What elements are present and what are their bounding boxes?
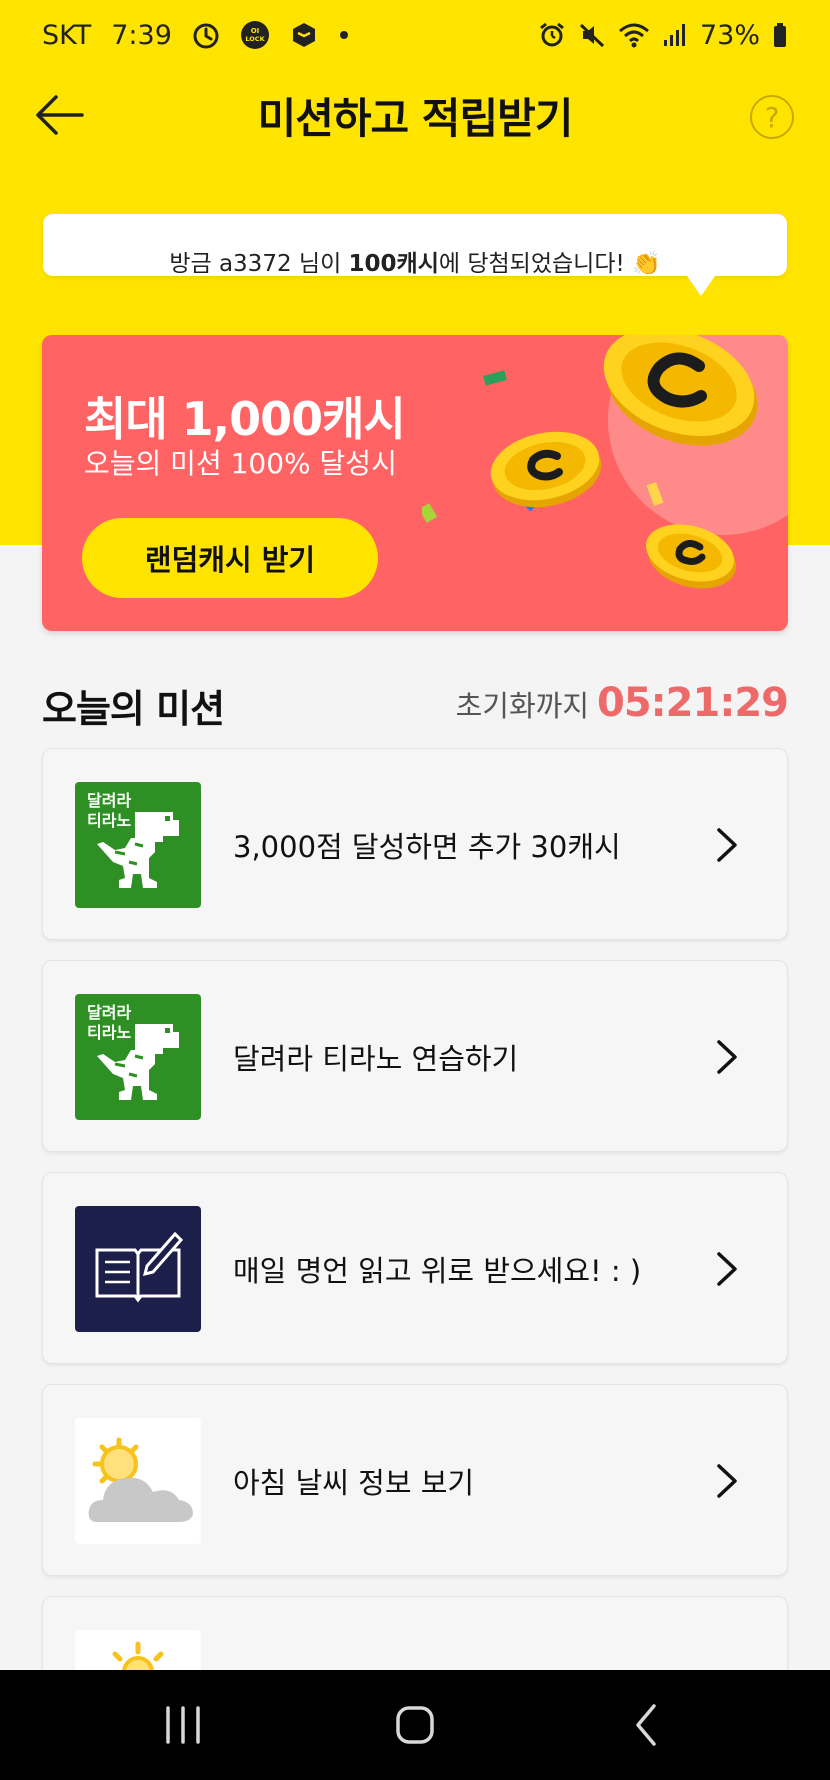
thumb-text-line1: 달려라 — [87, 1003, 131, 1022]
dino-game-icon: 달려라 티라노 — [75, 994, 201, 1120]
wifi-icon — [618, 21, 650, 49]
ticker-message: 방금 a3372 님이 100캐시에 당첨되었습니다! 👏 — [43, 244, 787, 276]
ticker-tail — [687, 276, 715, 296]
sun-cloud-icon — [75, 1418, 201, 1544]
back-nav-button[interactable] — [616, 1694, 678, 1756]
mute-icon — [578, 21, 606, 49]
battery-percent: 73% — [699, 19, 760, 51]
mission-card[interactable]: 달려라 티라노 3,000점 달성하면 추가 30캐시 — [42, 748, 788, 940]
signal-icon — [662, 22, 688, 48]
reset-timer: 05:21:29 — [597, 680, 789, 726]
mission-card[interactable]: 매일 명언 읽고 위로 받으세요! : ) — [42, 1172, 788, 1364]
ticker-highlight: 100캐시 — [348, 251, 439, 276]
timer-icon — [192, 21, 220, 49]
ticker-prefix: 방금 a3372 — [169, 251, 292, 276]
chevron-right-icon — [717, 828, 737, 862]
home-button[interactable] — [384, 1694, 446, 1756]
random-cash-banner[interactable]: 최대 1,000캐시 오늘의 미션 100% 달성시 랜덤캐시 받기 — [42, 335, 788, 631]
battery-icon — [772, 22, 788, 48]
ticker-suffix: 에 당첨되었습니다! 👏 — [438, 251, 661, 276]
svg-text:OI: OI — [251, 27, 260, 35]
svg-text:LOCK: LOCK — [245, 35, 265, 43]
lock-app-icon: OI LOCK — [240, 20, 270, 50]
thumb-text-line1: 달려라 — [87, 791, 131, 810]
system-nav-bar — [0, 1670, 830, 1780]
coin-large-icon — [603, 335, 758, 446]
recent-apps-button[interactable] — [152, 1694, 214, 1756]
chevron-right-icon — [717, 1040, 737, 1074]
carrier-label: SKT — [42, 19, 92, 51]
mission-label: 아침 날씨 정보 보기 — [233, 1466, 475, 1500]
section-title: 오늘의 미션 — [42, 687, 225, 731]
coin-medium-icon — [490, 431, 602, 508]
book-pen-icon — [75, 1206, 201, 1332]
thumb-text-line2: 티라노 — [87, 1023, 131, 1042]
coin-small-icon — [645, 524, 737, 589]
alarm-icon — [538, 21, 566, 49]
banner-subtitle: 오늘의 미션 100% 달성시 — [84, 447, 397, 480]
ticker-middle: 님이 — [298, 251, 349, 276]
dino-game-icon: 달려라 티라노 — [75, 782, 201, 908]
box-icon — [290, 21, 318, 49]
mission-card[interactable]: 달려라 티라노 달려라 티라노 연습하기 — [42, 960, 788, 1152]
chevron-right-icon — [717, 1252, 737, 1286]
winner-ticker: 방금 a3372 님이 100캐시에 당첨되었습니다! 👏 — [43, 214, 787, 276]
page-title: 미션하고 적립받기 — [257, 93, 574, 143]
mission-label: 3,000점 달성하면 추가 30캐시 — [233, 830, 621, 864]
arrow-left-icon — [36, 95, 84, 135]
mission-card[interactable]: 아침 날씨 정보 보기 — [42, 1384, 788, 1576]
app-header: 미션하고 적립받기 ? — [0, 75, 830, 155]
back-button[interactable] — [34, 93, 84, 137]
notification-dot-icon — [338, 29, 350, 41]
reset-countdown: 초기화까지 05:21:29 — [455, 680, 789, 726]
thumb-text-line2: 티라노 — [87, 811, 131, 830]
help-button[interactable]: ? — [750, 95, 794, 139]
mission-label: 매일 명언 읽고 위로 받으세요! : ) — [233, 1254, 642, 1288]
random-cash-button[interactable]: 랜덤캐시 받기 — [82, 518, 378, 598]
question-icon: ? — [764, 100, 780, 134]
status-bar: SKT 7:39 OI LOCK 73% — [0, 0, 830, 70]
mission-label: 달려라 티라노 연습하기 — [233, 1042, 519, 1076]
chevron-right-icon — [717, 1464, 737, 1498]
reset-label: 초기화까지 — [455, 689, 590, 723]
clock: 7:39 — [111, 19, 172, 51]
banner-title: 최대 1,000캐시 — [84, 392, 406, 446]
